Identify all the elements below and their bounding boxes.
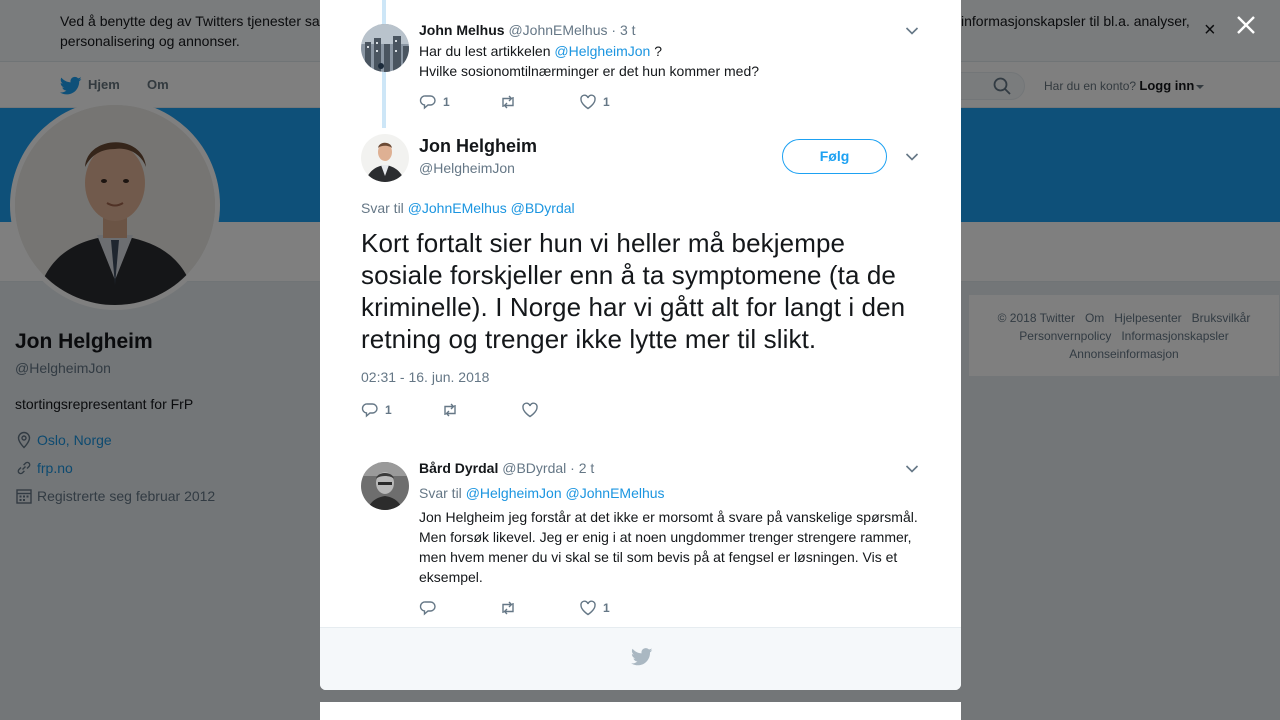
tweet-text: Jon Helgheim jeg forstår at det ikke er … [419,509,918,585]
tweet-actions: 1 [361,401,601,419]
close-icon[interactable] [1233,12,1259,38]
reply-button[interactable] [419,599,499,617]
reply-context: Svar til @JohnEMelhus @BDyrdal [361,200,575,216]
john-melhus-avatar-image [361,24,409,72]
tweet-actions: 1 1 [419,93,659,111]
tweet-author-name[interactable]: Bård Dyrdal [419,460,498,476]
tweet-text-part: Har du lest artikkelen [419,43,555,59]
next-modal-edge [320,702,961,720]
tweet-author-name[interactable]: John Melhus [419,22,505,38]
retweet-button[interactable] [441,401,521,419]
heart-icon [580,600,596,616]
retweet-button[interactable] [499,93,579,111]
reply-icon [361,403,378,418]
chevron-down-icon[interactable] [905,26,919,36]
like-button[interactable]: 1 [579,93,659,111]
follow-button[interactable]: Følg [782,139,887,174]
retweet-icon [444,403,456,417]
reply-to-mentions[interactable]: @JohnEMelhus @BDyrdal [408,200,575,216]
tweet-text-line: Hvilke sosionomtilnærminger er det hun k… [419,63,760,79]
like-button[interactable] [521,401,601,419]
heart-icon [580,94,596,110]
tweet-permalink-modal: John Melhus @JohnEMelhus · 3 t Har du le… [320,0,961,690]
tweet-time[interactable]: · 2 t [570,460,594,476]
main-tweet-author-name[interactable]: Jon Helgheim [419,136,537,157]
reply-to-label: Svar til [361,200,404,216]
tweet-header: Bård Dyrdal @BDyrdal · 2 t [419,460,594,476]
reply-to-label: Svar til [419,485,462,501]
reply-to-mentions[interactable]: @HelgheimJon @JohnEMelhus [466,485,665,501]
mention-link[interactable]: @HelgheimJon [554,43,650,59]
reply-icon [419,601,436,616]
reply-button[interactable]: 1 [361,401,441,419]
twitter-bird-icon [631,648,653,666]
reply-context: Svar til @HelgheimJon @JohnEMelhus [419,483,924,503]
avatar[interactable] [361,24,409,72]
jon-helgheim-avatar-image [361,134,409,182]
retweet-icon [502,601,514,615]
modal-footer [320,627,961,690]
tweet-actions: 1 [419,599,659,617]
tweet-header: John Melhus @JohnEMelhus · 3 t [419,22,636,38]
reply-count: 1 [443,95,450,109]
heart-icon [522,402,538,418]
main-tweet-timestamp[interactable]: 02:31 - 16. jun. 2018 [361,369,489,385]
like-button[interactable]: 1 [579,599,659,617]
tweet-text: Har du lest artikkelen @HelgheimJon ? Hv… [419,41,924,81]
reply-icon [419,95,436,110]
main-tweet-author-handle[interactable]: @HelgheimJon [419,160,515,176]
avatar[interactable] [361,462,409,510]
chevron-down-icon[interactable] [905,152,919,162]
like-count: 1 [603,601,610,615]
like-count: 1 [603,95,610,109]
tweet-author-handle[interactable]: @JohnEMelhus [508,22,607,38]
avatar[interactable] [361,134,409,182]
retweet-button[interactable] [499,599,579,617]
reply-count: 1 [385,403,392,417]
main-tweet-text: Kort fortalt sier hun vi heller må bekje… [361,228,906,354]
tweet-author-handle[interactable]: @BDyrdal [502,460,566,476]
tweet-time[interactable]: · 3 t [611,22,635,38]
bard-dyrdal-avatar-image [361,462,409,510]
retweet-icon [502,95,514,109]
reply-button[interactable]: 1 [419,93,499,111]
chevron-down-icon[interactable] [905,464,919,474]
tweet-text-part: ? [650,43,663,59]
